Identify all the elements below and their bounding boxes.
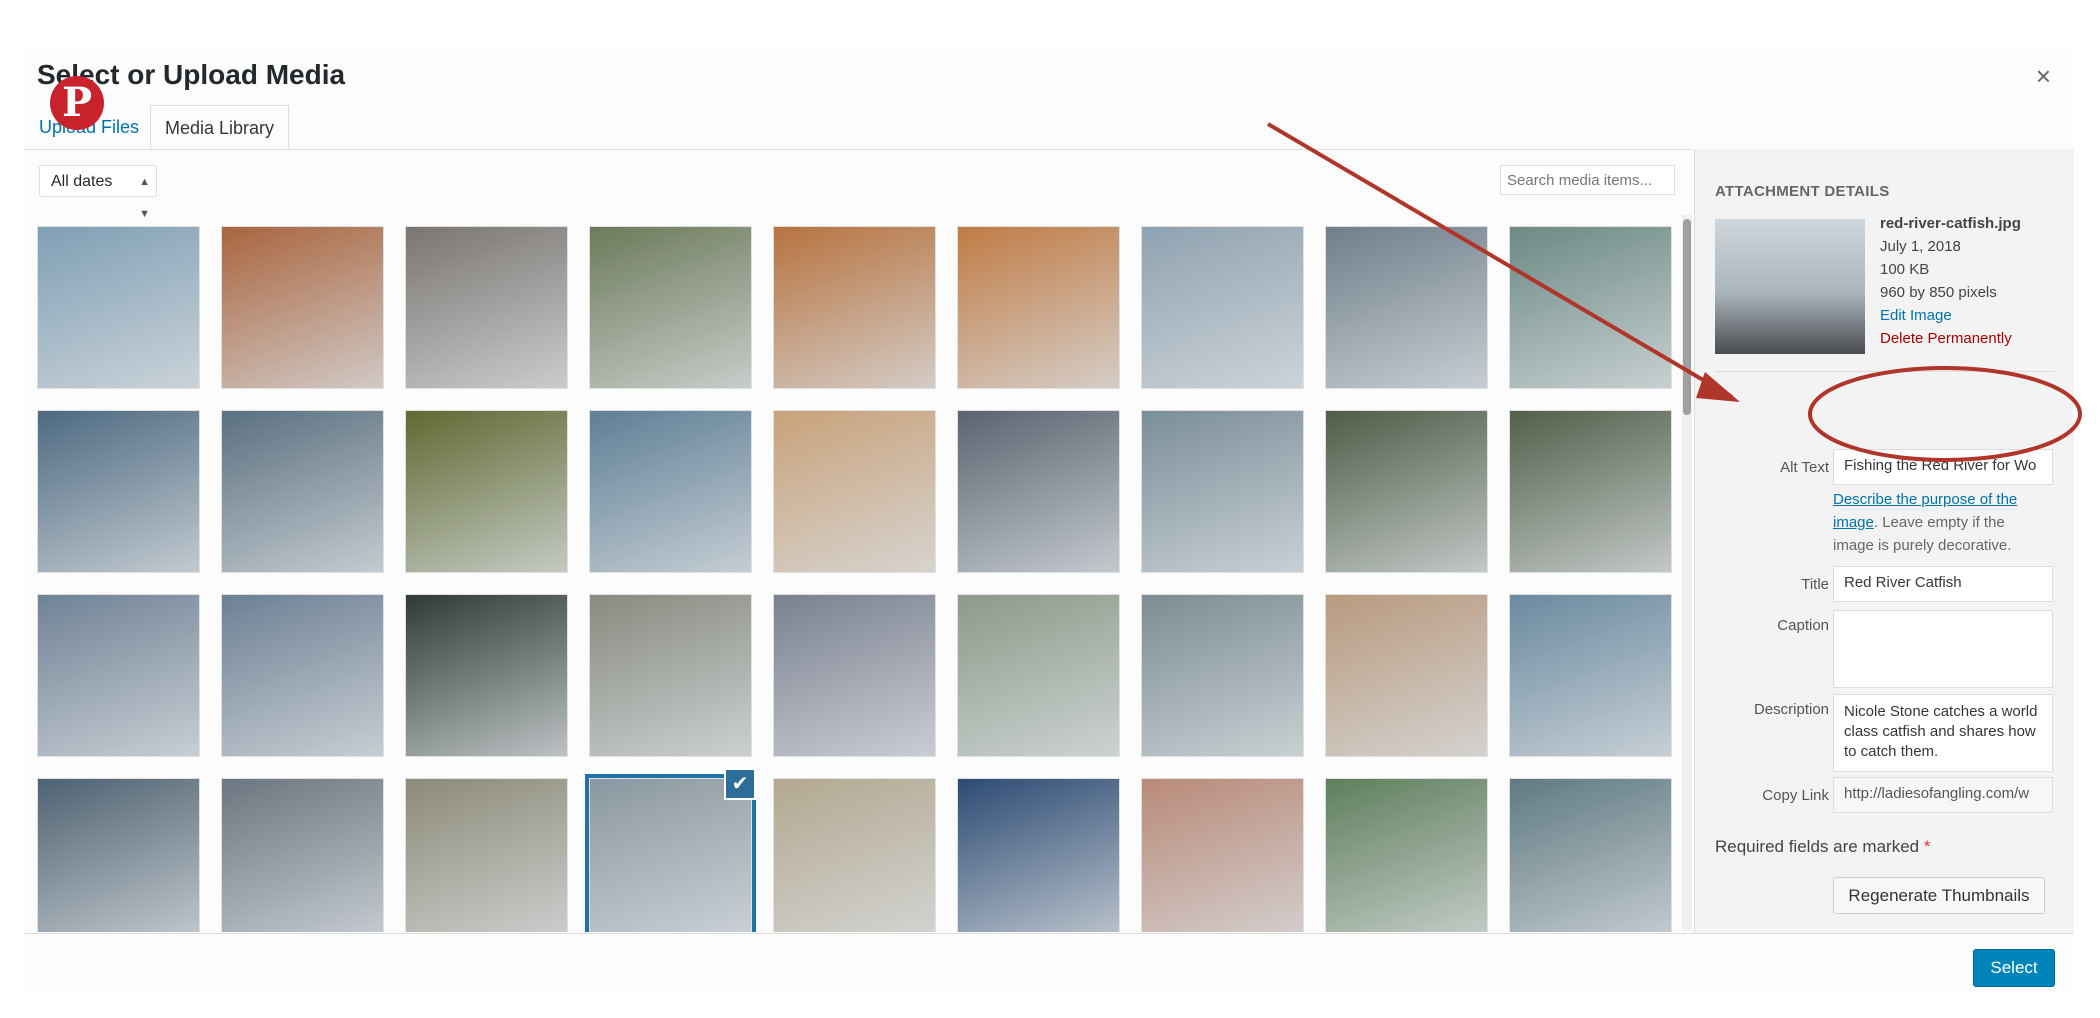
title-field[interactable]: Red River Catfish [1833, 566, 2053, 602]
media-thumbnail[interactable] [221, 778, 384, 932]
attachment-preview-image [1715, 219, 1865, 354]
media-thumbnail[interactable] [405, 410, 568, 573]
media-thumbnail[interactable] [1509, 778, 1672, 932]
media-thumbnail[interactable] [37, 594, 200, 757]
media-thumbnail[interactable] [1509, 594, 1672, 757]
copy-link-field[interactable]: http://ladiesofangling.com/w [1833, 777, 2053, 813]
copy-link-label: Copy Link [1762, 787, 1829, 804]
alt-text-help: Describe the purpose of the image. Leave… [1833, 488, 2048, 557]
attachment-filename: red-river-catfish.jpg [1880, 215, 2021, 232]
media-thumbnail[interactable] [1325, 594, 1488, 757]
media-thumbnail[interactable] [773, 410, 936, 573]
regenerate-thumbnails-button[interactable]: Regenerate Thumbnails [1833, 877, 2045, 914]
media-thumbnail[interactable] [405, 594, 568, 757]
tab-media-library[interactable]: Media Library [150, 105, 290, 149]
select-arrows-icon: ▲ ▼ [139, 176, 150, 220]
required-text: Required fields are marked [1715, 837, 1920, 856]
media-thumbnail[interactable] [1141, 410, 1304, 573]
media-thumbnail[interactable] [405, 226, 568, 389]
attachment-details-sidebar: Attachment Details red-river-catfish.jpg… [1694, 149, 2074, 933]
attachment-date: July 1, 2018 [1880, 238, 1961, 255]
search-media-input[interactable]: Search media items... [1500, 165, 1675, 195]
modal-footer [25, 933, 2073, 992]
attachment-dimensions: 960 by 850 pixels [1880, 284, 1997, 301]
select-button[interactable]: Select [1973, 949, 2055, 987]
date-filter-value: All dates [51, 173, 113, 190]
grid-scrollbar-thumb[interactable] [1683, 219, 1691, 415]
media-thumbnail[interactable] [221, 594, 384, 757]
delete-permanently-link[interactable]: Delete Permanently [1880, 330, 2012, 347]
media-thumbnail[interactable] [221, 226, 384, 389]
media-thumbnail[interactable] [221, 410, 384, 573]
media-thumbnail[interactable] [1325, 410, 1488, 573]
media-thumbnail[interactable] [957, 594, 1120, 757]
media-thumbnail[interactable] [773, 594, 936, 757]
media-thumbnail[interactable] [1141, 778, 1304, 932]
alt-text-label: Alt Text [1780, 459, 1829, 476]
caption-textarea[interactable] [1833, 610, 2053, 688]
media-thumbnail[interactable] [585, 774, 756, 932]
media-thumbnail[interactable] [1325, 778, 1488, 932]
media-thumbnail[interactable] [957, 226, 1120, 389]
media-thumbnail[interactable] [957, 778, 1120, 932]
alt-text-field[interactable]: Fishing the Red River for Wo [1833, 449, 2053, 485]
attachment-details-heading: Attachment Details [1715, 183, 1890, 200]
edit-image-link[interactable]: Edit Image [1880, 307, 1952, 324]
description-textarea[interactable]: Nicole Stone catches a world class catfi… [1833, 694, 2053, 772]
media-thumbnail[interactable] [1141, 226, 1304, 389]
title-label: Title [1801, 576, 1829, 593]
media-thumbnail[interactable] [1509, 410, 1672, 573]
description-label: Description [1753, 701, 1829, 718]
required-star: * [1923, 837, 1931, 856]
close-icon[interactable]: × [2036, 61, 2051, 92]
media-thumbnail[interactable] [37, 778, 200, 932]
media-modal: Select or Upload Media × Upload Files Me… [25, 49, 2074, 992]
date-filter-select[interactable]: All dates ▲ ▼ [39, 165, 157, 220]
media-thumbnail[interactable] [37, 410, 200, 573]
media-thumbnail[interactable] [405, 778, 568, 932]
media-thumbnail[interactable] [589, 226, 752, 389]
media-thumbnail[interactable] [589, 410, 752, 573]
attachment-filesize: 100 KB [1880, 261, 1930, 278]
media-tabs: Upload Files Media Library [25, 105, 1692, 150]
media-thumbnail[interactable] [37, 226, 200, 389]
pinterest-save-icon[interactable]: P [50, 76, 104, 130]
media-grid: ✔ [37, 226, 1677, 932]
media-thumbnail[interactable] [957, 410, 1120, 573]
selected-checkmark-icon[interactable]: ✔ [724, 768, 756, 800]
caption-label: Caption [1777, 617, 1829, 634]
required-fields-note: Required fields are marked * [1715, 837, 1930, 857]
media-thumbnail[interactable] [1509, 226, 1672, 389]
media-thumbnail[interactable] [589, 594, 752, 757]
media-thumbnail[interactable] [1141, 594, 1304, 757]
details-divider [1715, 371, 2055, 372]
media-thumbnail[interactable] [773, 778, 936, 932]
media-thumbnail[interactable] [1325, 226, 1488, 389]
media-thumbnail[interactable] [773, 226, 936, 389]
